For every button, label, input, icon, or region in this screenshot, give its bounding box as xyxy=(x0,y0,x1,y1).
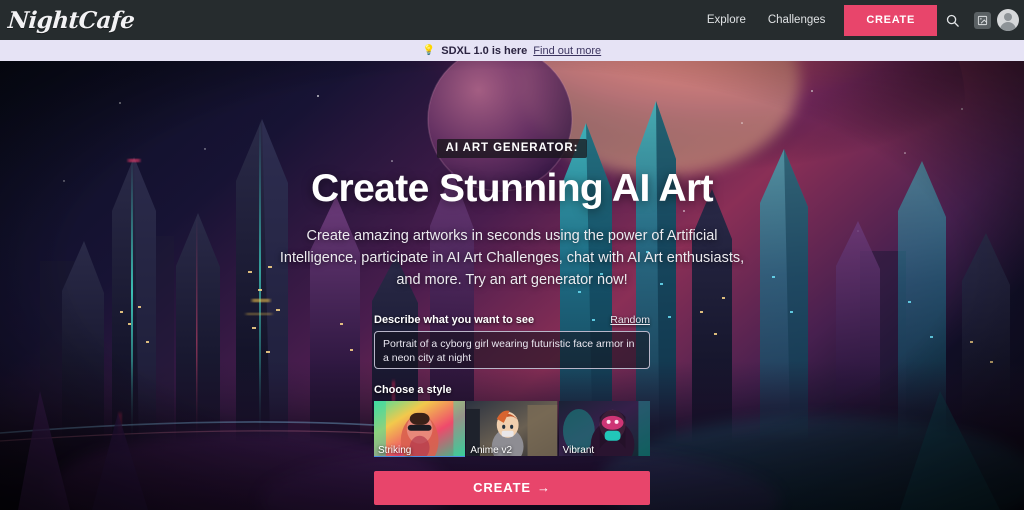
user-avatar[interactable] xyxy=(997,9,1019,31)
site-logo[interactable]: NightCafe xyxy=(7,7,135,34)
prompt-input[interactable] xyxy=(374,330,650,369)
lightbulb-icon: 💡 xyxy=(422,44,436,56)
create-submit-label: CREATE xyxy=(473,480,531,496)
style-option-vibrant[interactable]: Vibrant xyxy=(558,400,650,457)
page-root: NightCafe Explore Challenges CREATE 💡 SD… xyxy=(0,0,1024,510)
random-prompt-link[interactable]: Random xyxy=(610,314,650,326)
image-icon[interactable] xyxy=(967,0,997,40)
nav-item-challenges[interactable]: Challenges xyxy=(757,0,837,40)
header-right-group: Explore Challenges CREATE xyxy=(696,0,1024,40)
nav-item-explore[interactable]: Explore xyxy=(696,0,757,40)
header-create-button[interactable]: CREATE xyxy=(844,4,937,36)
prompt-label: Describe what you want to see xyxy=(374,313,535,326)
banner-find-out-more-link[interactable]: Find out more xyxy=(533,45,601,57)
style-option-striking[interactable]: Striking xyxy=(374,400,466,457)
top-navigation-bar: NightCafe Explore Challenges CREATE xyxy=(0,0,1024,40)
style-name-anime-v2: Anime v2 xyxy=(470,444,513,456)
search-icon[interactable] xyxy=(937,0,967,40)
arrow-right-icon: → xyxy=(536,480,551,496)
page-title: Create Stunning AI Art xyxy=(310,167,714,210)
image-icon-glyph xyxy=(973,11,991,29)
hero-eyebrow-badge: AI ART GENERATOR: xyxy=(436,139,588,158)
style-name-vibrant: Vibrant xyxy=(562,444,595,456)
style-selector: Striking Anime v2 Vibrant xyxy=(374,400,650,457)
hero-section: AI ART GENERATOR: Create Stunning AI Art… xyxy=(0,61,1024,510)
art-generator-form: Describe what you want to see Random Cho… xyxy=(374,314,650,510)
banner-text: SDXL 1.0 is here xyxy=(441,44,528,57)
create-submit-button[interactable]: CREATE → xyxy=(374,470,650,505)
hero-subtitle: Create amazing artworks in seconds using… xyxy=(279,228,745,289)
style-name-striking: Striking xyxy=(378,444,412,456)
style-option-anime-v2[interactable]: Anime v2 xyxy=(466,400,558,457)
prompt-label-row: Describe what you want to see Random xyxy=(374,314,650,326)
announcement-banner: 💡 SDXL 1.0 is here Find out more xyxy=(0,40,1024,61)
style-label: Choose a style xyxy=(374,383,452,396)
